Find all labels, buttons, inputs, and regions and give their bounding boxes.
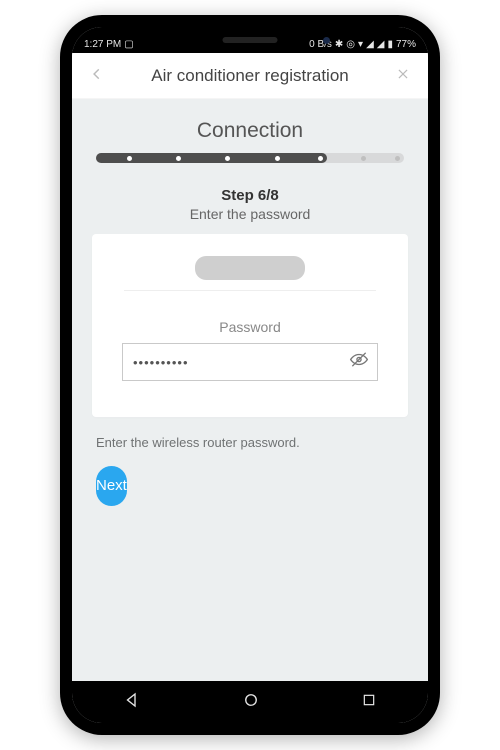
content-area: Connection Step 6/8 Enter the password [72,99,428,681]
divider [124,290,376,291]
page-title: Air conditioner registration [151,66,348,86]
status-battery: 77% [396,39,416,50]
status-net: 0 B/s [309,39,332,50]
signal-icon: ◢ [366,39,374,50]
progress-bar [96,151,404,165]
password-field-wrap [122,343,378,381]
back-button[interactable] [84,60,110,91]
ssid-redacted [195,256,305,280]
progress-dot [127,156,132,161]
progress-dot [275,156,280,161]
password-input[interactable] [123,355,377,370]
progress-dot [225,156,230,161]
step-header: Step 6/8 Enter the password [72,187,428,222]
step-label: Step 6/8 [72,187,428,204]
form-card: Password [92,234,408,417]
vibrate-icon: ◎ [346,39,355,50]
status-time: 1:27 PM [84,39,121,50]
android-nav-bar [72,681,428,723]
app-bar: Air conditioner registration [72,53,428,99]
signal2-icon: ◢ [377,39,385,50]
nav-back-icon[interactable] [123,691,141,714]
progress-dot [318,156,323,161]
phone-frame: 1:27 PM ▢ 0 B/s ✱ ◎ ▾ ◢ ◢ ▮ 77% Air cond… [60,15,440,735]
progress-dot [361,156,366,161]
next-button[interactable]: Next [96,466,127,506]
section-title: Connection [72,119,428,143]
battery-icon: ▮ [387,39,393,50]
progress-dot [176,156,181,161]
nav-home-icon[interactable] [242,691,260,714]
toggle-visibility-button[interactable] [349,350,369,375]
step-subtitle: Enter the password [72,206,428,222]
wifi-icon: ▾ [358,39,363,50]
password-label: Password [110,319,390,335]
progress-dot [395,156,400,161]
close-button[interactable] [390,60,416,91]
bluetooth-icon: ✱ [335,39,343,50]
screen: 1:27 PM ▢ 0 B/s ✱ ◎ ▾ ◢ ◢ ▮ 77% Air cond… [72,27,428,723]
status-bar: 1:27 PM ▢ 0 B/s ✱ ◎ ▾ ◢ ◢ ▮ 77% [72,27,428,53]
screenshot-icon: ▢ [124,39,133,50]
nav-recents-icon[interactable] [361,692,377,713]
hint-text: Enter the wireless router password. [96,435,404,450]
